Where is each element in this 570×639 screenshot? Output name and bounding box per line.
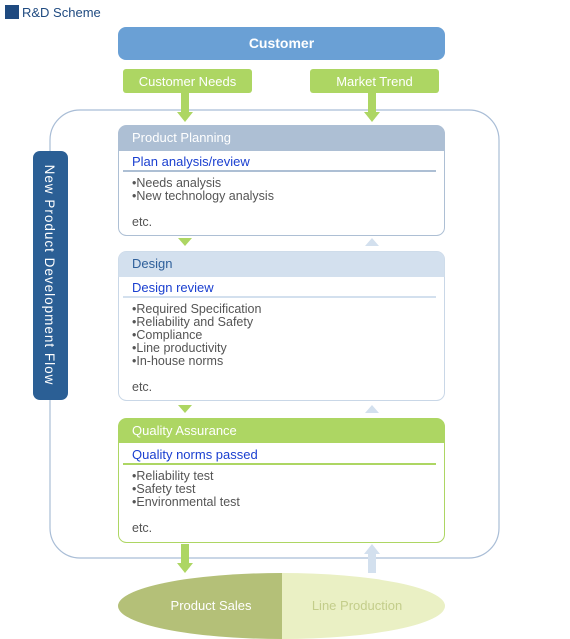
stage-design: Design Design review •Required Specifica…	[118, 251, 445, 401]
list-item: •Compliance	[132, 328, 202, 342]
flow-label: New Product Development Flow	[42, 165, 57, 386]
product-sales-label: Product Sales	[171, 598, 252, 613]
page-title: R&D Scheme	[22, 5, 101, 20]
stage-header: Quality Assurance	[132, 423, 237, 438]
stage-subtitle: Quality norms passed	[132, 447, 258, 462]
down-arrow-icon	[177, 93, 193, 122]
list-item: •In-house norms	[132, 354, 223, 368]
stage-subtitle: Design review	[132, 280, 214, 295]
stage-header: Product Planning	[132, 130, 231, 145]
list-item: •Line productivity	[132, 341, 227, 355]
stage-quality-assurance: Quality Assurance Quality norms passed •…	[118, 418, 445, 543]
up-triangle-icon	[365, 238, 379, 246]
line-production-label: Line Production	[312, 598, 402, 613]
list-item: •New technology analysis	[132, 189, 274, 203]
list-item-etc: etc.	[132, 215, 152, 229]
list-item: •Reliability and Safety	[132, 315, 254, 329]
list-item: •Environmental test	[132, 495, 240, 509]
list-item-etc: etc.	[132, 380, 152, 394]
stage-subtitle: Plan analysis/review	[132, 154, 250, 169]
rd-scheme-diagram: R&D Scheme Customer Customer Needs Marke…	[5, 5, 500, 639]
customer-label: Customer	[249, 35, 315, 51]
customer-needs-label: Customer Needs	[139, 74, 237, 89]
down-triangle-icon	[178, 238, 192, 246]
stage-product-planning: Product Planning Plan analysis/review •N…	[118, 125, 445, 236]
down-triangle-icon	[178, 405, 192, 413]
title-square-icon	[5, 5, 19, 19]
list-item-etc: etc.	[132, 521, 152, 535]
list-item: •Needs analysis	[132, 176, 221, 190]
list-item: •Reliability test	[132, 469, 214, 483]
up-triangle-icon	[365, 405, 379, 413]
down-arrow-icon	[364, 93, 380, 122]
list-item: •Required Specification	[132, 302, 261, 316]
list-item: •Safety test	[132, 482, 196, 496]
market-trend-label: Market Trend	[336, 74, 413, 89]
stage-header: Design	[132, 256, 172, 271]
